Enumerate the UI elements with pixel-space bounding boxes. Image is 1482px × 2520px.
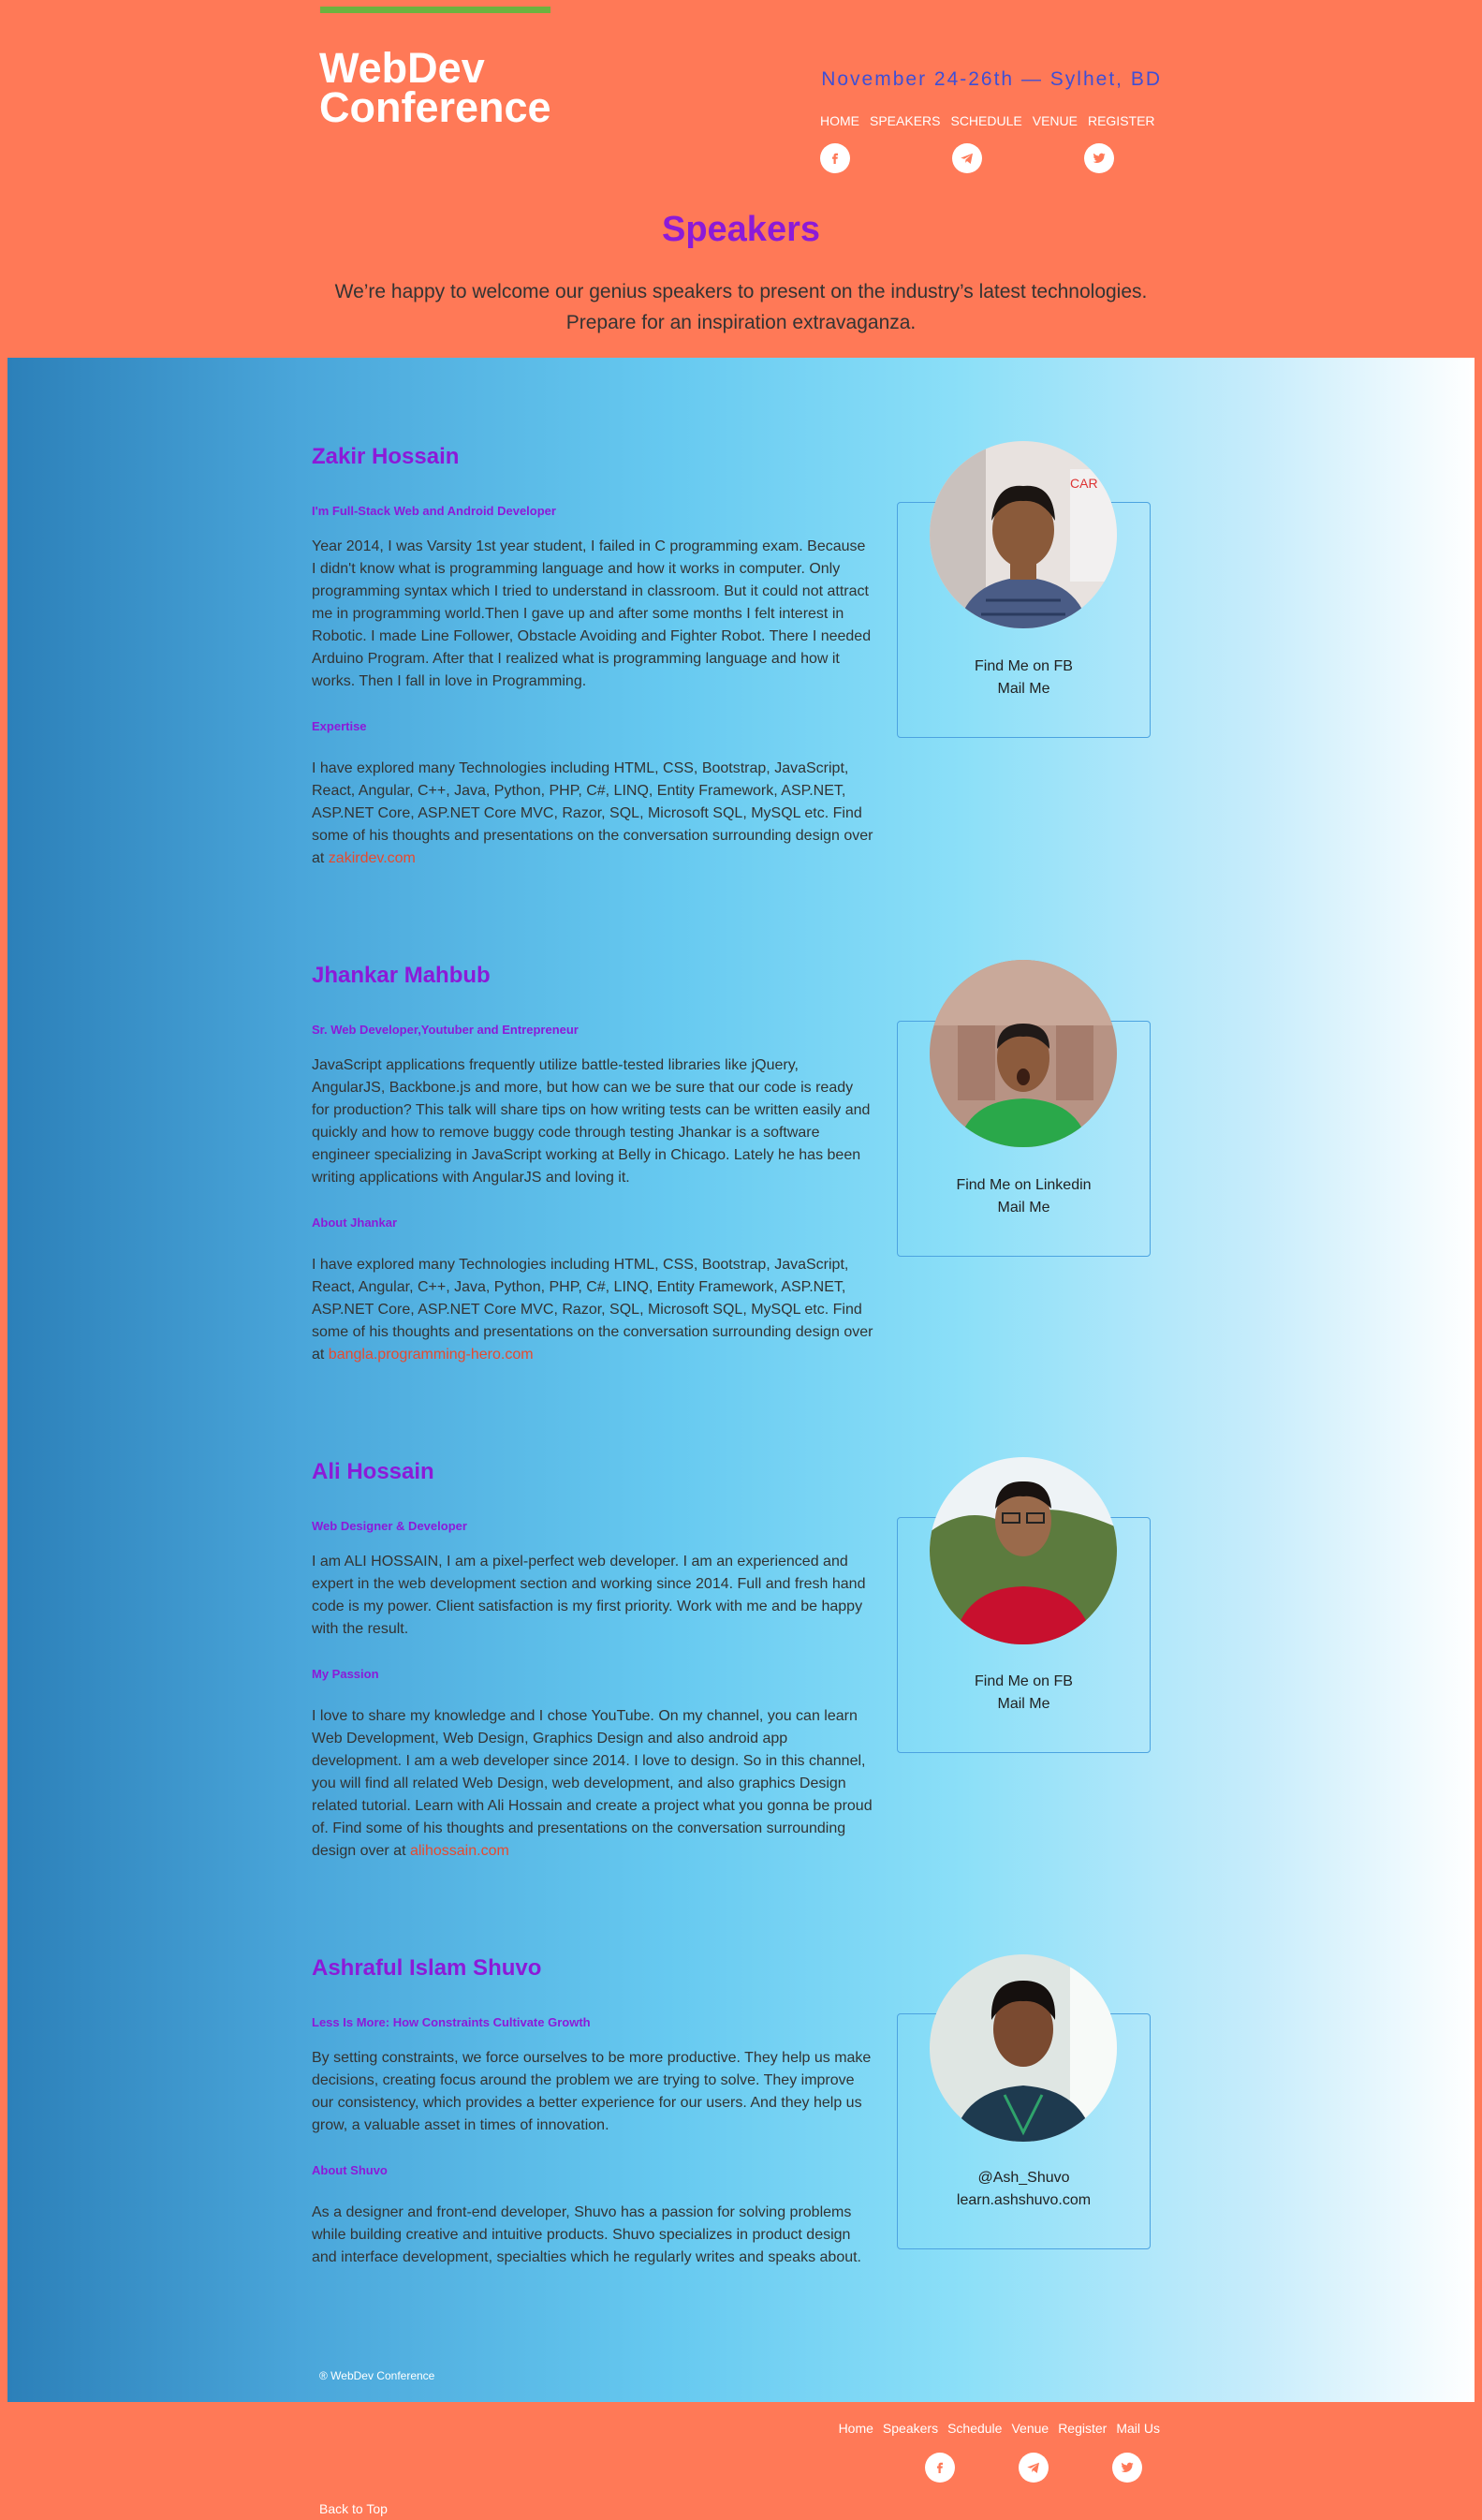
footer-nav-home[interactable]: Home <box>839 2421 873 2436</box>
speaker-section-title: About Jhankar <box>312 1216 398 1230</box>
nav-register[interactable]: REGISTER <box>1088 113 1155 128</box>
speaker-tagline: Sr. Web Developer,Youtuber and Entrepren… <box>312 1023 579 1037</box>
speaker-section-body: I love to share my knowledge and I chose… <box>312 1708 873 1859</box>
facebook-icon[interactable] <box>925 2453 955 2483</box>
speaker-name: Zakir Hossain <box>312 444 460 469</box>
speaker-block: Zakir Hossain I'm Full-Stack Web and And… <box>312 444 873 870</box>
main-nav: HOME SPEAKERS SCHEDULE VENUE REGISTER <box>820 113 1161 128</box>
speaker-name: Ali Hossain <box>312 1459 434 1484</box>
speaker-block: Jhankar Mahbub Sr. Web Developer,Youtube… <box>312 963 873 1366</box>
footer-nav-mail-us[interactable]: Mail Us <box>1116 2421 1160 2436</box>
speaker-website-link[interactable]: bangla.programming-hero.com <box>329 1347 534 1363</box>
speaker-photo: CAR <box>930 441 1117 628</box>
telegram-icon[interactable] <box>952 143 982 173</box>
speaker-section-title: About Shuvo <box>312 2163 388 2177</box>
speaker-block: Ashraful Islam Shuvo Less Is More: How C… <box>312 1955 873 2269</box>
logo-line-2: Conference <box>319 83 551 131</box>
site-logo[interactable]: WebDev Conference <box>319 44 551 131</box>
intro-text: We’re happy to welcome our genius speake… <box>309 276 1173 338</box>
speaker-bio: By setting constraints, we force ourselv… <box>312 2050 872 2133</box>
speaker-photo <box>930 1954 1117 2142</box>
speaker-section-title: My Passion <box>312 1667 379 1681</box>
speaker-tagline: Less Is More: How Constraints Cultivate … <box>312 2015 591 2029</box>
nav-venue[interactable]: VENUE <box>1033 113 1078 128</box>
svg-text:CAR: CAR <box>1070 476 1098 491</box>
nav-schedule[interactable]: SCHEDULE <box>950 113 1021 128</box>
event-dates: November 24-26th — Sylhet, BD <box>821 68 1162 90</box>
speaker-section-text: As a designer and front-end developer, S… <box>312 2204 861 2265</box>
speaker-section-text: I love to share my knowledge and I chose… <box>312 1705 873 1863</box>
footer-nav-speakers[interactable]: Speakers <box>883 2421 938 2436</box>
accent-bar <box>320 7 550 13</box>
logo-line-1: WebDev <box>319 44 485 92</box>
speaker-section-title: Expertise <box>312 719 367 733</box>
footer-nav: Home Speakers Schedule Venue Register Ma… <box>839 2421 1160 2436</box>
speaker-website-link[interactable]: zakirdev.com <box>329 850 416 866</box>
footer-nav-venue[interactable]: Venue <box>1011 2421 1049 2436</box>
footer-nav-register[interactable]: Register <box>1058 2421 1107 2436</box>
website-link[interactable]: learn.ashshuvo.com <box>898 2189 1150 2212</box>
speaker-bio: Year 2014, I was Varsity 1st year studen… <box>312 538 872 689</box>
copyright: ® WebDev Conference <box>319 2369 435 2382</box>
telegram-icon[interactable] <box>1019 2453 1049 2483</box>
speaker-website-link[interactable]: alihossain.com <box>410 1843 509 1859</box>
mail-me-link[interactable]: Mail Me <box>898 1197 1150 1219</box>
page-title: Speakers <box>661 210 820 249</box>
speaker-name: Ashraful Islam Shuvo <box>312 1955 542 1981</box>
mail-me-link[interactable]: Mail Me <box>898 678 1150 700</box>
back-to-top-link[interactable]: Back to Top <box>319 2501 388 2516</box>
twitter-icon[interactable] <box>1112 2453 1142 2483</box>
find-me-link[interactable]: Find Me on FB <box>898 1671 1150 1693</box>
twitter-icon[interactable] <box>1084 143 1114 173</box>
nav-speakers[interactable]: SPEAKERS <box>870 113 940 128</box>
speaker-section-text: I have explored many Technologies includ… <box>312 758 873 870</box>
intro-line-1: We’re happy to welcome our genius speake… <box>334 281 1148 302</box>
facebook-icon[interactable] <box>820 143 850 173</box>
speaker-bio: I am ALI HOSSAIN, I am a pixel-perfect w… <box>312 1554 866 1637</box>
intro-line-2: Prepare for an inspiration extravaganza. <box>565 312 917 333</box>
nav-home[interactable]: HOME <box>820 113 859 128</box>
speaker-bio: JavaScript applications frequently utili… <box>312 1057 871 1186</box>
speaker-photo <box>930 960 1117 1147</box>
speaker-block: Ali Hossain Web Designer & Developer I a… <box>312 1459 873 1863</box>
footer-nav-schedule[interactable]: Schedule <box>947 2421 1002 2436</box>
find-me-link[interactable]: Find Me on Linkedin <box>898 1174 1150 1197</box>
mail-me-link[interactable]: Mail Me <box>898 1693 1150 1716</box>
speaker-photo <box>930 1457 1117 1644</box>
speaker-tagline: Web Designer & Developer <box>312 1519 467 1533</box>
find-me-link[interactable]: Find Me on FB <box>898 656 1150 678</box>
speaker-tagline: I'm Full-Stack Web and Android Developer <box>312 504 556 518</box>
speaker-section-text: I have explored many Technologies includ… <box>312 1254 873 1366</box>
twitter-handle[interactable]: @Ash_Shuvo <box>898 2167 1150 2189</box>
speaker-name: Jhankar Mahbub <box>312 963 491 988</box>
